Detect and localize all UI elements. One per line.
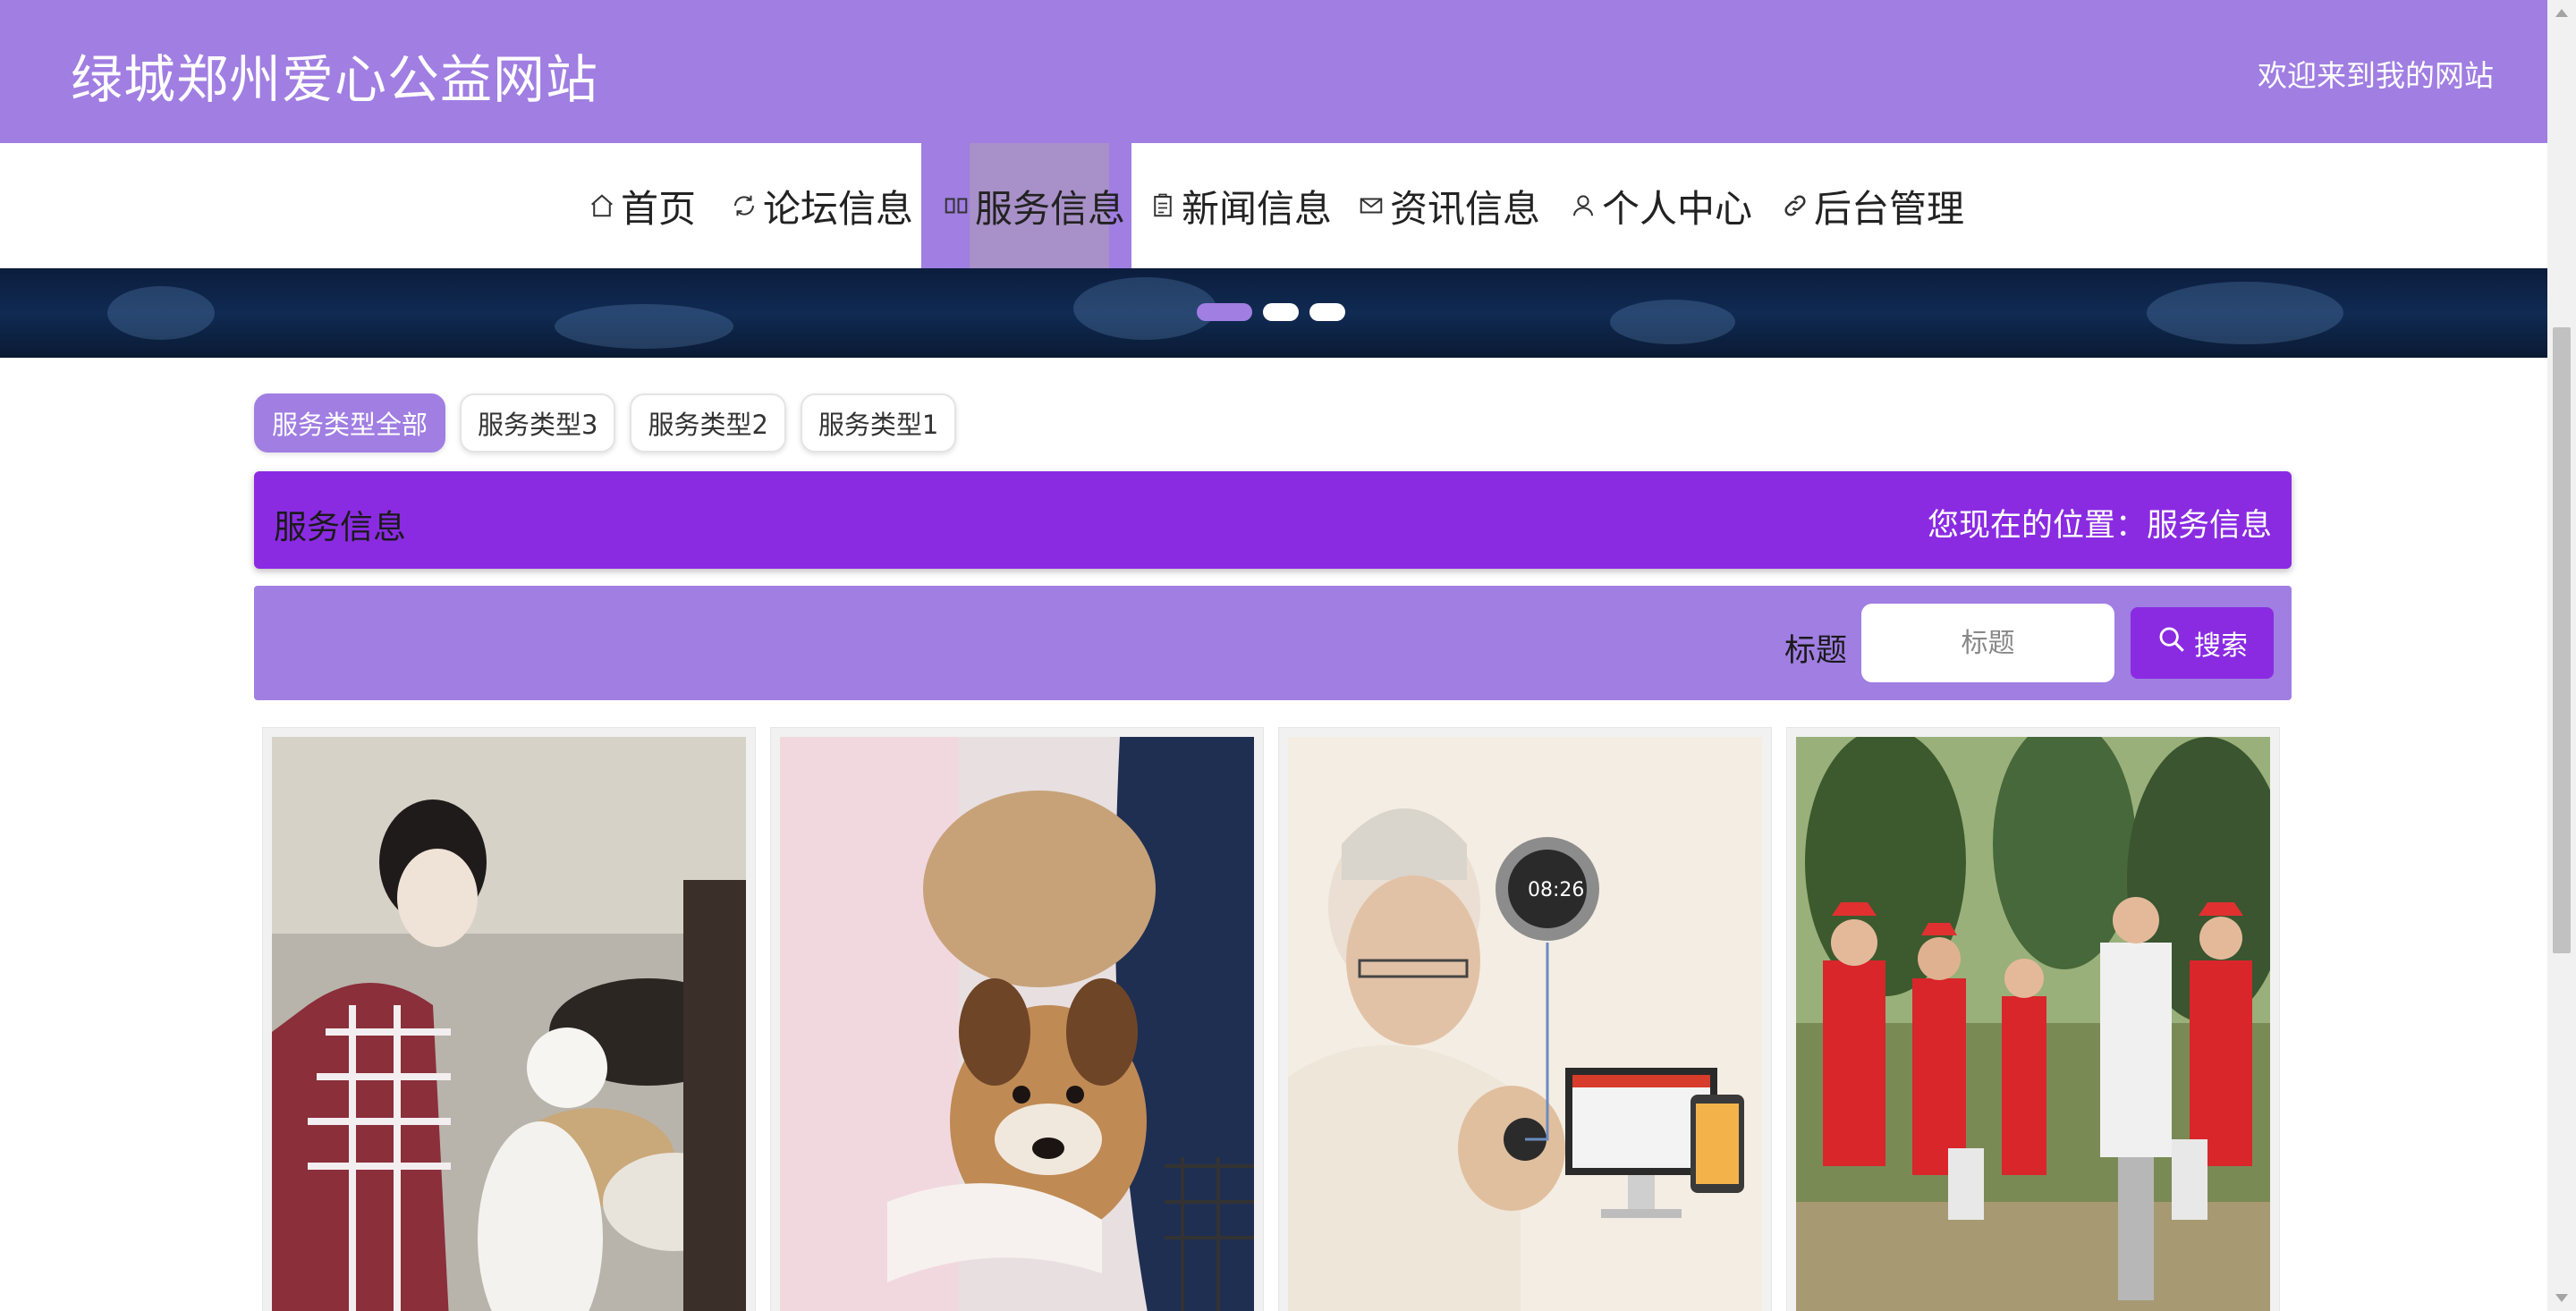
carousel-dot[interactable] — [1197, 303, 1252, 321]
carousel-dot[interactable] — [1263, 303, 1299, 321]
service-icon — [941, 188, 971, 224]
nav-item-label: 个人中心 — [1602, 186, 1753, 231]
nav-item-service[interactable]: 服务信息 — [921, 143, 1131, 268]
service-card[interactable] — [770, 727, 1264, 1311]
nav-item-label: 资讯信息 — [1390, 186, 1541, 231]
search-input[interactable] — [1861, 604, 2114, 682]
search-button-label: 搜索 — [2194, 631, 2248, 661]
page: 绿城郑州爱心公益网站 欢迎来到我的网站 首页 论坛信息 服务信息 新闻信息 资讯… — [0, 0, 2576, 1311]
header-bar: 绿城郑州爱心公益网站 欢迎来到我的网站 — [0, 0, 2547, 143]
nav-item-label: 后台管理 — [1814, 186, 1965, 231]
nav-item-label: 首页 — [621, 186, 697, 231]
service-type-filters: 服务类型全部 服务类型3 服务类型2 服务类型1 — [254, 393, 957, 453]
nav-item-label: 服务信息 — [975, 186, 1126, 231]
nav-item-profile[interactable]: 个人中心 — [1568, 143, 1752, 268]
home-icon — [587, 188, 617, 224]
forum-icon — [729, 188, 759, 224]
link-icon — [1780, 188, 1810, 224]
site-title[interactable]: 绿城郑州爱心公益网站 — [71, 38, 598, 113]
section-title: 服务信息 — [274, 508, 406, 546]
filter-chip-all[interactable]: 服务类型全部 — [254, 393, 446, 453]
mail-icon — [1356, 188, 1386, 224]
service-card[interactable]: 08:26 — [1278, 727, 1772, 1311]
page-scrollbar[interactable] — [2547, 0, 2576, 1311]
section-title-bar: 服务信息 您现在的位置：服务信息 — [254, 471, 2292, 569]
search-icon — [2157, 624, 2187, 662]
nav-item-admin[interactable]: 后台管理 — [1780, 143, 1964, 268]
scrollbar-thumb[interactable] — [2553, 327, 2571, 953]
nav-item-news[interactable]: 新闻信息 — [1148, 143, 1332, 268]
carousel-indicators — [1197, 303, 1345, 321]
nav-item-info[interactable]: 资讯信息 — [1356, 143, 1540, 268]
news-icon — [1148, 188, 1178, 224]
filter-chip-type3[interactable]: 服务类型3 — [460, 393, 616, 453]
welcome-text: 欢迎来到我的网站 — [2258, 58, 2494, 93]
filter-chip-type1[interactable]: 服务类型1 — [800, 393, 957, 453]
main-nav: 首页 论坛信息 服务信息 新闻信息 资讯信息 个人中心 后台管理 — [0, 143, 2547, 268]
search-bar: 标题 搜索 — [254, 586, 2292, 700]
volunteers-cleanup-photo[interactable] — [1796, 737, 2270, 1311]
nav-item-home[interactable]: 首页 — [587, 143, 696, 268]
svg-text:08:26: 08:26 — [1528, 879, 1584, 901]
puppy-care-photo[interactable] — [780, 737, 1254, 1311]
elderly-smartwatch-photo[interactable]: 08:26 — [1288, 737, 1762, 1311]
filter-chip-type2[interactable]: 服务类型2 — [630, 393, 786, 453]
scroll-down-icon[interactable] — [2555, 1294, 2568, 1302]
nav-item-label: 论坛信息 — [763, 186, 914, 231]
carousel-dot[interactable] — [1309, 303, 1345, 321]
nav-item-forum[interactable]: 论坛信息 — [729, 143, 913, 268]
volunteer-with-dogs-photo[interactable] — [272, 737, 746, 1311]
breadcrumb: 您现在的位置：服务信息 — [1927, 508, 2272, 544]
service-card[interactable] — [1786, 727, 2280, 1311]
scroll-up-icon[interactable] — [2555, 9, 2568, 17]
service-card[interactable] — [262, 727, 756, 1311]
search-label: 标题 — [1784, 633, 1848, 669]
search-button[interactable]: 搜索 — [2131, 607, 2274, 679]
nav-item-label: 新闻信息 — [1182, 186, 1333, 231]
user-icon — [1568, 188, 1598, 224]
